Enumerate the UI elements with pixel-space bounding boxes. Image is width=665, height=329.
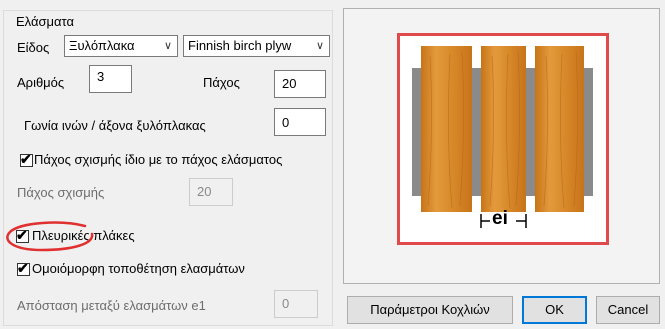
dimension-label: ei (492, 208, 508, 229)
preview-image: ei (397, 33, 609, 245)
chevron-down-icon: ∨ (162, 36, 174, 56)
spacing-label: Απόσταση μεταξύ ελασμάτων e1 (17, 298, 206, 313)
type-combo[interactable]: Ξυλόπλακα ∨ (64, 35, 178, 57)
same-thickness-checkbox[interactable]: ✔ (20, 151, 33, 167)
slot-thickness-label: Πάχος σχισμής (17, 185, 105, 200)
thickness-label: Πάχος (203, 75, 240, 90)
count-input[interactable]: 3 (89, 65, 132, 93)
type-combo-value: Ξυλόπλακα (69, 38, 135, 53)
group-title: Ελάσματα (13, 14, 77, 29)
type-label: Είδος (17, 40, 50, 55)
chevron-down-icon: ∨ (314, 36, 326, 56)
count-label: Αριθμός (17, 75, 65, 90)
steel-plate-inner-2 (526, 68, 535, 196)
uniform-label[interactable]: Ομοιόμορφη τοποθέτηση ελασμάτων (32, 261, 245, 276)
wood-member-1 (421, 46, 472, 212)
ok-button[interactable]: OK (522, 296, 587, 324)
same-thickness-label[interactable]: Πάχος σχισμής ίδιο με το πάχος ελάσματος (34, 152, 282, 167)
steel-plate-left (412, 68, 421, 196)
check-icon: ✔ (20, 151, 32, 167)
material-combo[interactable]: Finnish birch plyw ∨ (183, 35, 330, 57)
thickness-input[interactable]: 20 (274, 70, 326, 98)
highlight-circle-annotation (6, 221, 94, 252)
steel-plate-inner-1 (472, 68, 481, 196)
material-combo-value: Finnish birch plyw (188, 38, 292, 53)
check-icon: ✔ (17, 260, 29, 276)
angle-input[interactable]: 0 (274, 108, 326, 136)
slot-thickness-input: 20 (189, 178, 233, 206)
cancel-button[interactable]: Cancel (596, 296, 660, 324)
angle-label: Γωνία ινών / άξονα ξυλόπλακας (24, 118, 206, 133)
plates-groupbox: Ελάσματα (3, 10, 333, 326)
spacing-input: 0 (274, 290, 318, 318)
steel-plate-right (584, 68, 593, 196)
bolt-params-button[interactable]: Παράμετροι Κοχλιών (347, 296, 513, 324)
uniform-checkbox[interactable]: ✔ (17, 260, 30, 276)
